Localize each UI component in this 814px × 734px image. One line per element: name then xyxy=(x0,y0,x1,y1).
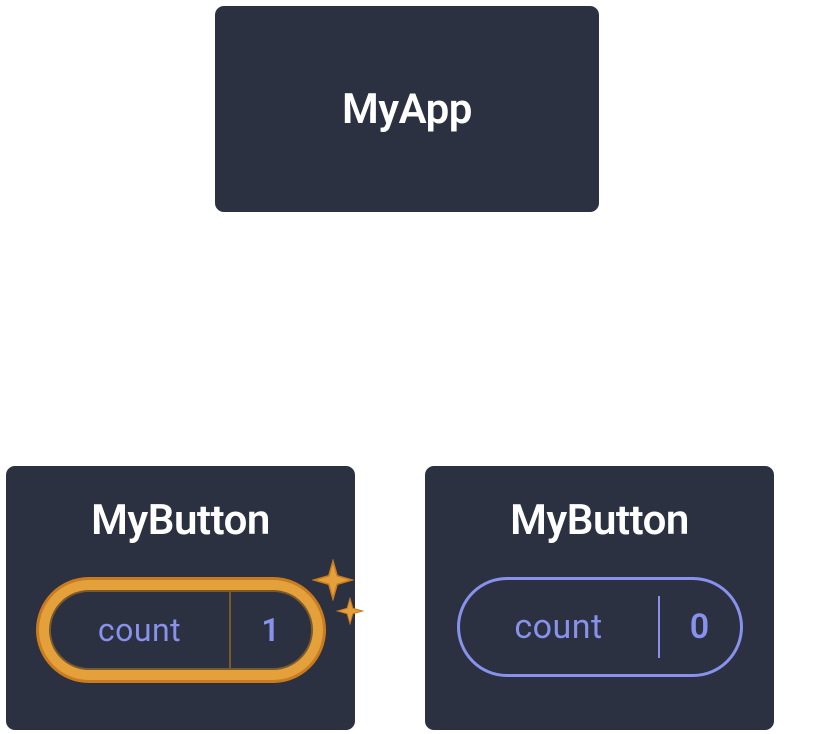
node-root: MyApp xyxy=(212,3,602,215)
node-child-left: MyButton count 1 xyxy=(3,463,358,733)
node-child-right-title: MyButton xyxy=(510,496,689,545)
sparkle-icon xyxy=(336,597,364,625)
state-pill: count 0 xyxy=(457,577,743,677)
state-pill-highlighted-container: count 1 xyxy=(36,577,326,683)
state-pill-container: count 0 xyxy=(457,577,743,677)
state-value-right: 0 xyxy=(660,607,740,647)
sparkle-icon xyxy=(312,559,354,601)
node-root-title: MyApp xyxy=(342,85,472,134)
node-child-right: MyButton count 0 xyxy=(422,463,777,733)
state-name-left: count xyxy=(51,611,229,649)
connector-branch xyxy=(178,340,601,463)
state-name-right: count xyxy=(460,607,658,647)
state-pill-highlighted: count 1 xyxy=(36,577,326,683)
connector-root-stem xyxy=(406,215,409,340)
node-child-left-title: MyButton xyxy=(91,496,270,545)
state-value-left: 1 xyxy=(231,611,311,649)
